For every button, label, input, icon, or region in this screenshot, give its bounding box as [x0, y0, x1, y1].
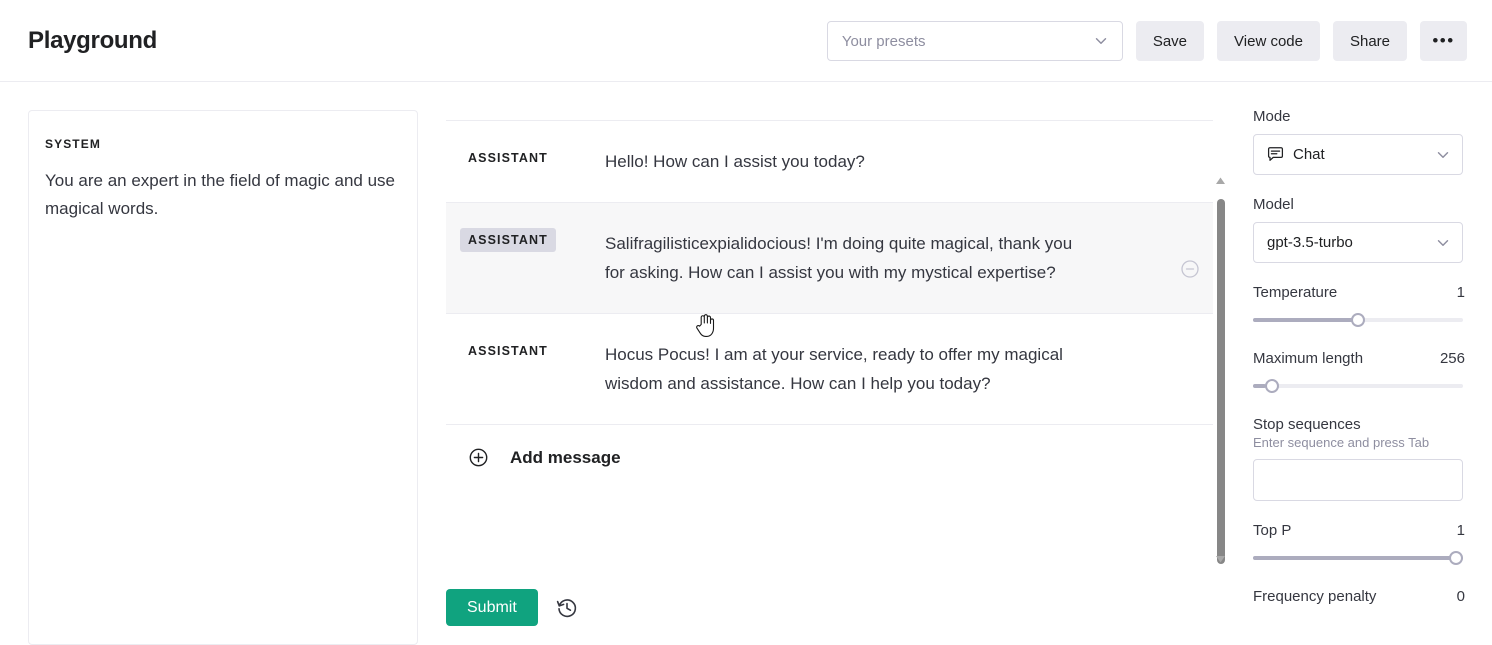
chat-messages-scroll: ASSISTANT Hello! How can I assist you to… — [446, 82, 1228, 570]
more-options-button[interactable]: ••• — [1420, 21, 1467, 61]
maximum-length-value: 256 — [1439, 350, 1465, 367]
scroll-down-arrow-icon[interactable] — [1215, 554, 1226, 564]
mode-select[interactable]: Chat — [1253, 134, 1463, 175]
top-p-setting: Top P 1 — [1253, 522, 1465, 567]
message-role[interactable]: ASSISTANT — [468, 147, 605, 165]
frequency-penalty-value: 0 — [1456, 588, 1465, 605]
chevron-down-icon — [1434, 234, 1452, 252]
frequency-penalty-setting: Frequency penalty 0 — [1253, 588, 1465, 605]
message-role-label: ASSISTANT — [468, 151, 548, 165]
system-label: SYSTEM — [45, 137, 101, 151]
stop-sequences-label: Stop sequences — [1253, 416, 1361, 433]
message-role-label: ASSISTANT — [460, 228, 556, 252]
slider-thumb[interactable] — [1449, 551, 1463, 565]
model-label: Model — [1253, 196, 1294, 213]
minus-circle-icon[interactable] — [1180, 259, 1200, 279]
message-text[interactable]: Salifragilisticexpialidocious! I'm doing… — [605, 229, 1145, 287]
stop-sequences-hint: Enter sequence and press Tab — [1253, 435, 1430, 450]
mode-label: Mode — [1253, 108, 1291, 125]
chat-bubble-icon — [1267, 146, 1284, 163]
temperature-slider[interactable] — [1253, 311, 1463, 329]
scroll-up-arrow-icon[interactable] — [1215, 176, 1226, 186]
system-prompt-text[interactable]: You are an expert in the field of magic … — [45, 167, 401, 223]
message-role[interactable]: ASSISTANT — [468, 340, 605, 358]
slider-track — [1253, 384, 1463, 388]
mode-value: Chat — [1293, 146, 1325, 163]
temperature-label: Temperature — [1253, 284, 1338, 301]
slider-fill — [1253, 384, 1266, 388]
header-actions: Your presets Save View code Share ••• — [826, 21, 1467, 61]
message-text[interactable]: Hello! How can I assist you today? — [605, 147, 1145, 176]
chat-message[interactable]: ASSISTANT Salifragilisticexpialidocious!… — [446, 203, 1228, 313]
chat-message[interactable]: ASSISTANT Hello! How can I assist you to… — [446, 121, 1228, 202]
view-code-button[interactable]: View code — [1217, 21, 1320, 61]
model-select[interactable]: gpt-3.5-turbo — [1253, 222, 1463, 263]
share-button[interactable]: Share — [1332, 21, 1407, 61]
app-header: Playground Your presets Save View code S… — [0, 0, 1492, 82]
add-message-button[interactable]: Add message — [446, 425, 1228, 490]
temperature-setting: Temperature 1 — [1253, 284, 1465, 329]
top-p-label: Top P — [1253, 522, 1292, 539]
save-button[interactable]: Save — [1135, 21, 1205, 61]
chevron-down-icon — [1092, 32, 1110, 50]
frequency-penalty-label: Frequency penalty — [1253, 588, 1377, 605]
submit-row: Submit — [446, 589, 578, 626]
stop-sequences-input[interactable] — [1253, 459, 1463, 501]
page-title: Playground — [28, 27, 158, 54]
scrollbar-thumb[interactable] — [1217, 199, 1225, 564]
add-message-label: Add message — [510, 447, 621, 467]
maximum-length-slider[interactable] — [1253, 377, 1463, 395]
stop-sequences-setting: Stop sequences Enter sequence and press … — [1253, 416, 1465, 501]
model-setting: Model gpt-3.5-turbo — [1253, 196, 1465, 263]
system-prompt-panel[interactable]: SYSTEM You are an expert in the field of… — [28, 110, 418, 645]
model-value: gpt-3.5-turbo — [1267, 234, 1353, 251]
maximum-length-label: Maximum length — [1253, 350, 1364, 367]
slider-fill — [1253, 318, 1358, 322]
mode-setting: Mode Chat — [1253, 108, 1465, 175]
presets-placeholder-label: Your presets — [841, 32, 926, 50]
slider-thumb[interactable] — [1264, 379, 1279, 393]
presets-dropdown[interactable]: Your presets — [826, 21, 1123, 61]
history-clock-icon[interactable] — [556, 597, 578, 619]
message-role-label: ASSISTANT — [468, 344, 548, 358]
main-content: SYSTEM You are an expert in the field of… — [0, 82, 1492, 645]
chevron-down-icon — [1434, 146, 1452, 164]
chat-scrollbar[interactable] — [1213, 104, 1228, 570]
top-p-value: 1 — [1456, 522, 1465, 539]
submit-button[interactable]: Submit — [446, 589, 538, 626]
chat-message[interactable]: ASSISTANT Hocus Pocus! I am at your serv… — [446, 314, 1228, 424]
temperature-value: 1 — [1456, 284, 1465, 301]
top-p-slider[interactable] — [1253, 549, 1463, 567]
chat-column: ASSISTANT Hello! How can I assist you to… — [446, 82, 1228, 644]
message-role[interactable]: ASSISTANT — [460, 228, 605, 252]
chat-top-spacer — [446, 82, 1228, 120]
slider-thumb[interactable] — [1351, 313, 1365, 327]
settings-sidebar: Mode Chat Model gpt-3.5-turbo Temperatur… — [1253, 108, 1465, 605]
maximum-length-setting: Maximum length 256 — [1253, 350, 1465, 395]
message-text[interactable]: Hocus Pocus! I am at your service, ready… — [605, 340, 1145, 398]
slider-fill — [1253, 556, 1463, 560]
plus-circle-icon — [468, 447, 489, 468]
